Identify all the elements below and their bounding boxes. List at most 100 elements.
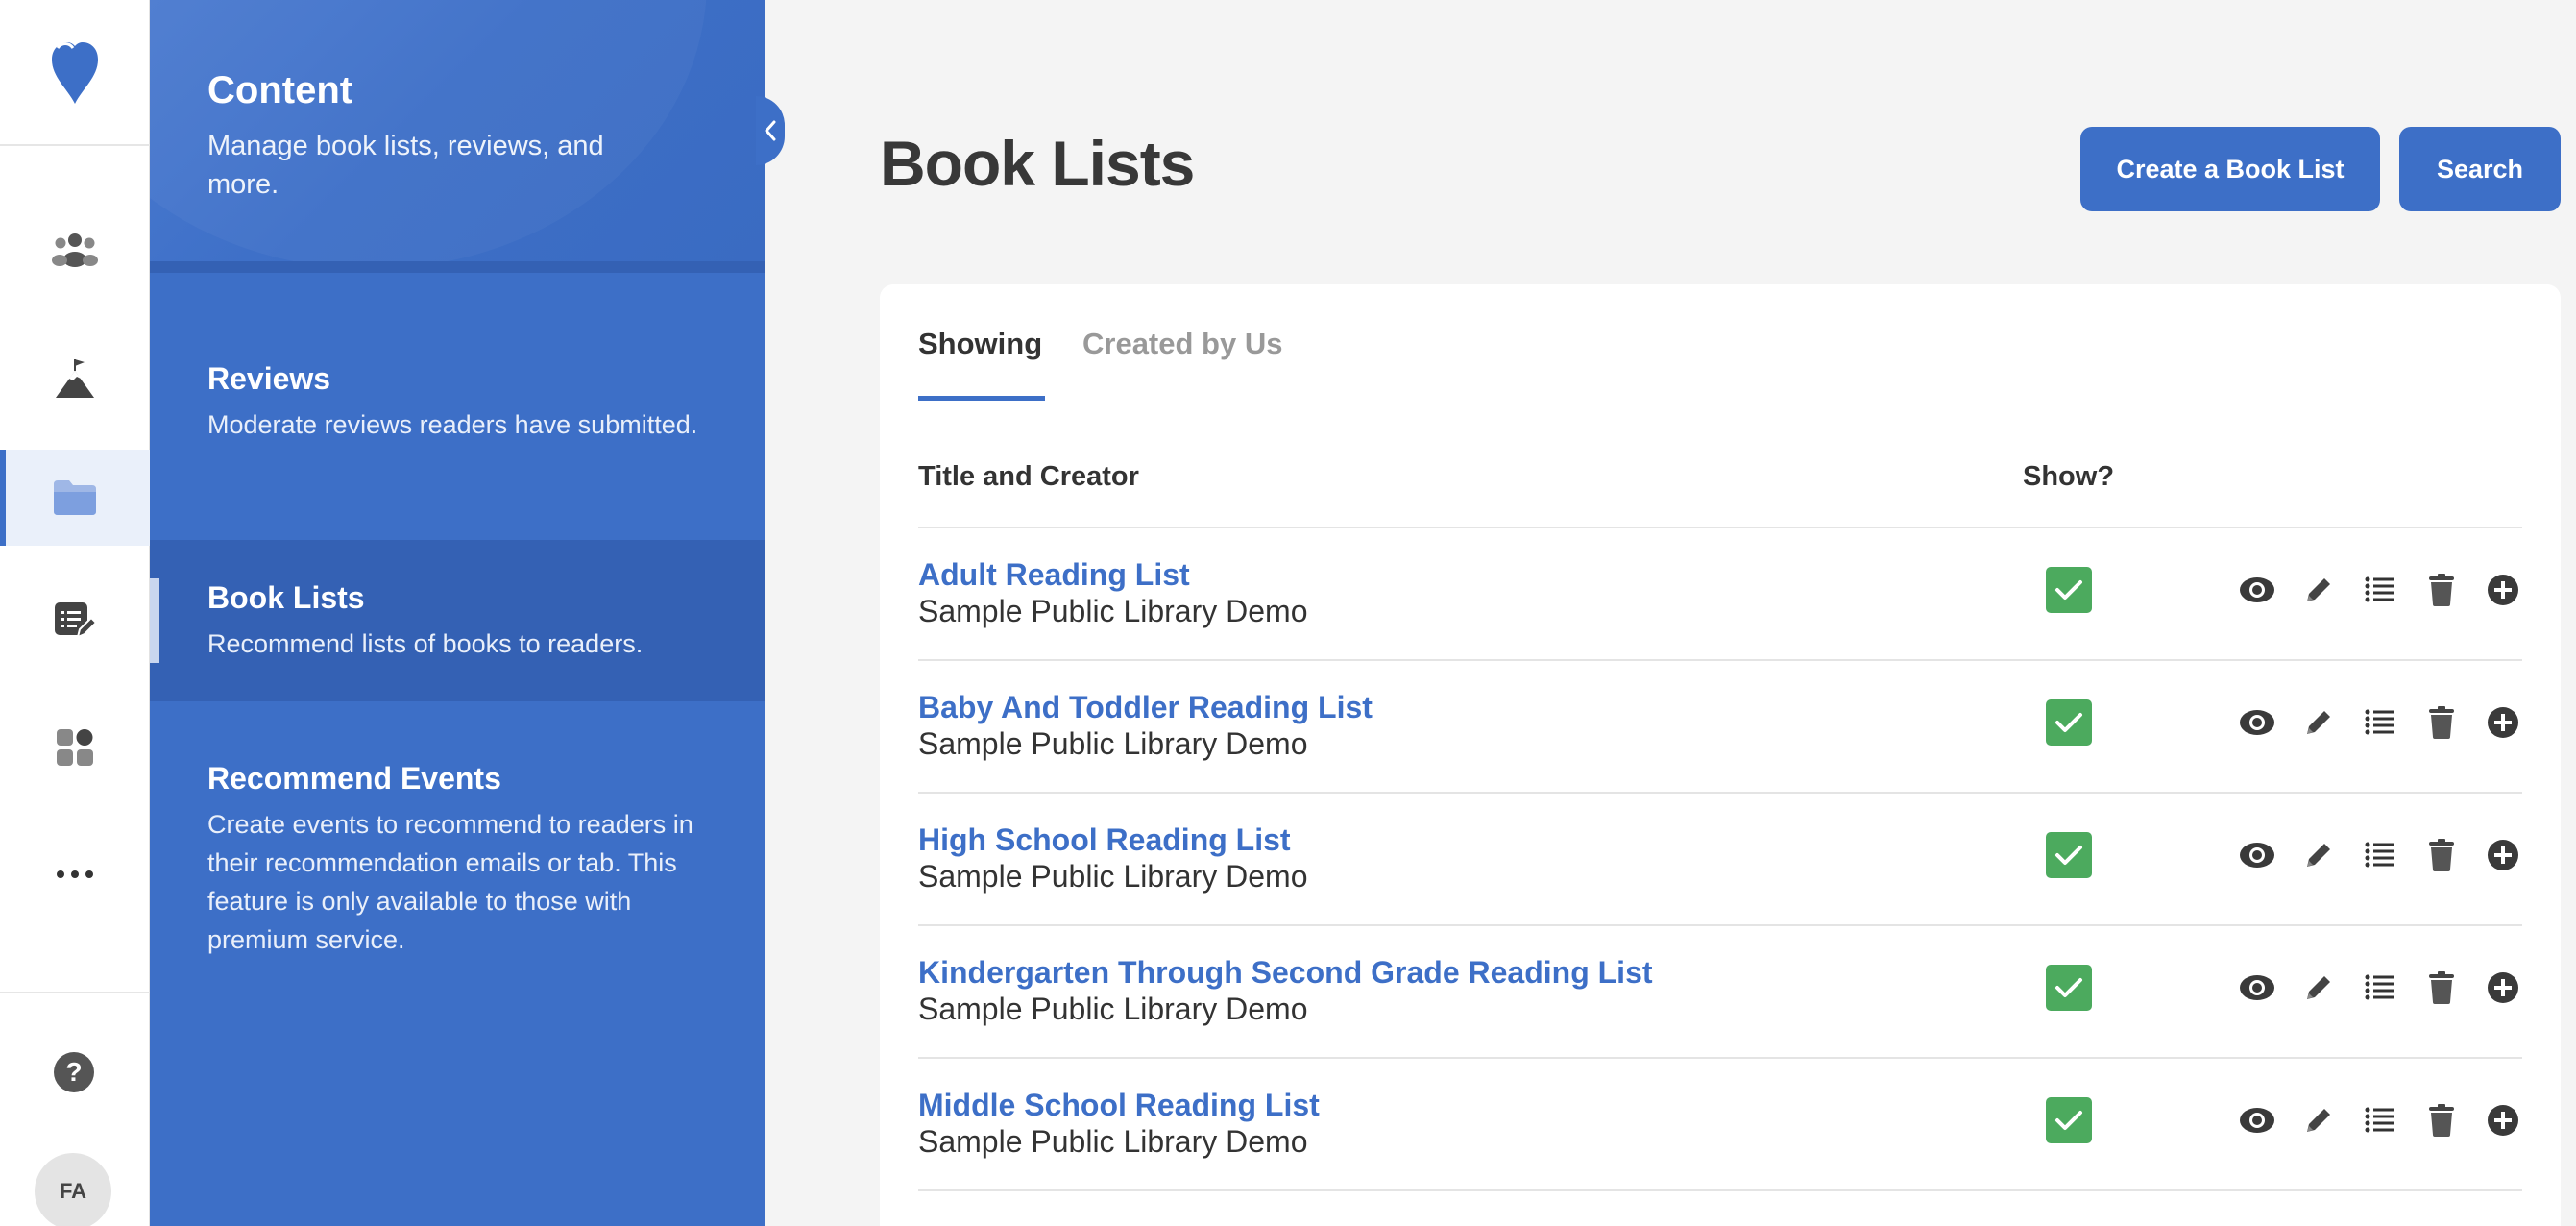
panel-item-description: Recommend lists of books to readers. (207, 629, 644, 658)
list-icon (2365, 576, 2394, 602)
edit-button[interactable] (2299, 969, 2338, 1007)
delete-icon (2429, 971, 2454, 1004)
book-list-title-link[interactable]: Kindergarten Through Second Grade Readin… (918, 955, 1653, 991)
table-row: Middle School Reading List Sample Public… (918, 1059, 2522, 1189)
nav-more[interactable] (0, 826, 150, 922)
add-button[interactable] (2484, 836, 2522, 874)
list-icon (2365, 709, 2394, 735)
heart-logo-icon (52, 42, 98, 104)
add-icon (2488, 840, 2518, 870)
mountain-flag-icon (56, 359, 94, 398)
nav-challenges[interactable] (0, 331, 150, 427)
tab-showing[interactable]: Showing (918, 327, 1042, 361)
nav-forms[interactable] (0, 573, 150, 669)
view-button[interactable] (2238, 836, 2276, 874)
panel-item-reviews[interactable]: Reviews Moderate reviews readers have su… (150, 284, 765, 540)
panel-title: Content (207, 69, 353, 111)
list-icon (2365, 842, 2394, 868)
view-button[interactable] (2238, 969, 2276, 1007)
book-list-title-link[interactable]: Adult Reading List (918, 557, 1190, 593)
view-button[interactable] (2238, 703, 2276, 742)
page-title: Book Lists (880, 128, 1195, 199)
checkmark-icon (2055, 846, 2082, 865)
book-list-creator: Sample Public Library Demo (918, 1124, 1308, 1159)
search-button[interactable]: Search (2399, 127, 2561, 211)
tab-created-by-us[interactable]: Created by Us (1082, 327, 1282, 361)
edit-button[interactable] (2299, 1101, 2338, 1140)
book-list-title-link[interactable]: Baby And Toddler Reading List (918, 690, 1373, 725)
panel-item-title: Recommend Events (207, 761, 501, 796)
manage-list-button[interactable] (2361, 836, 2399, 874)
add-button[interactable] (2484, 571, 2522, 609)
edit-button[interactable] (2299, 571, 2338, 609)
manage-list-button[interactable] (2361, 571, 2399, 609)
add-icon (2488, 972, 2518, 1003)
book-list-creator: Sample Public Library Demo (918, 992, 1308, 1026)
checkmark-icon (2055, 580, 2082, 600)
checkmark-icon (2055, 978, 2082, 997)
checkmark-icon (2055, 713, 2082, 732)
delete-button[interactable] (2422, 703, 2461, 742)
panel-item-description: Create events to recommend to readers in… (207, 810, 693, 954)
delete-button[interactable] (2422, 836, 2461, 874)
show-checkbox[interactable] (2046, 1097, 2092, 1143)
book-list-creator: Sample Public Library Demo (918, 726, 1308, 761)
nav-apps[interactable] (0, 699, 150, 796)
add-button[interactable] (2484, 969, 2522, 1007)
show-checkbox[interactable] (2046, 567, 2092, 613)
view-icon (2240, 577, 2274, 602)
view-button[interactable] (2238, 1101, 2276, 1140)
show-checkbox[interactable] (2046, 832, 2092, 878)
table-row: Baby And Toddler Reading List Sample Pub… (918, 661, 2522, 792)
delete-button[interactable] (2422, 571, 2461, 609)
active-tab-indicator (918, 396, 1045, 401)
book-list-title-link[interactable]: High School Reading List (918, 822, 1291, 858)
edit-icon (2307, 578, 2330, 601)
rail-divider (0, 992, 150, 993)
book-list-creator: Sample Public Library Demo (918, 594, 1308, 628)
delete-icon (2429, 706, 2454, 739)
apps-grid-icon (57, 729, 93, 766)
nav-content[interactable] (0, 450, 150, 546)
more-icon (57, 870, 93, 878)
add-icon (2488, 575, 2518, 605)
avatar[interactable]: FA (35, 1153, 111, 1226)
book-list-title-link[interactable]: Middle School Reading List (918, 1088, 1320, 1123)
column-header-title-creator: Title and Creator (918, 461, 1139, 492)
add-button[interactable] (2484, 703, 2522, 742)
edit-button[interactable] (2299, 703, 2338, 742)
edit-icon (2307, 711, 2330, 734)
nav-people[interactable] (0, 202, 150, 298)
show-checkbox[interactable] (2046, 965, 2092, 1011)
view-icon (2240, 975, 2274, 1000)
table-row: Adult Reading List Sample Public Library… (918, 528, 2522, 659)
table-row: Kindergarten Through Second Grade Readin… (918, 926, 2522, 1057)
delete-button[interactable] (2422, 969, 2461, 1007)
table-row: High School Reading List Sample Public L… (918, 794, 2522, 924)
panel-item-book-lists[interactable]: Book Lists Recommend lists of books to r… (150, 540, 765, 701)
panel-item-recommend-events[interactable]: Recommend Events Create events to recomm… (150, 701, 765, 990)
panel-item-title: Reviews (207, 361, 331, 396)
chevron-left-icon (765, 120, 776, 141)
checkmark-icon (2055, 1111, 2082, 1130)
people-icon (52, 233, 98, 267)
edit-button[interactable] (2299, 836, 2338, 874)
show-checkbox[interactable] (2046, 699, 2092, 746)
view-button[interactable] (2238, 571, 2276, 609)
collapse-panel-button[interactable] (756, 96, 785, 165)
logo[interactable] (0, 0, 150, 146)
edit-icon (2307, 1109, 2330, 1132)
column-header-show: Show? (2023, 461, 2115, 492)
list-icon (2365, 1107, 2394, 1133)
delete-button[interactable] (2422, 1101, 2461, 1140)
view-icon (2240, 710, 2274, 735)
manage-list-button[interactable] (2361, 703, 2399, 742)
folder-icon (54, 480, 96, 515)
manage-list-button[interactable] (2361, 969, 2399, 1007)
help-icon[interactable]: ? (54, 1052, 94, 1092)
book-list-creator: Sample Public Library Demo (918, 859, 1308, 894)
edit-icon (2307, 976, 2330, 999)
add-button[interactable] (2484, 1101, 2522, 1140)
manage-list-button[interactable] (2361, 1101, 2399, 1140)
create-book-list-button[interactable]: Create a Book List (2080, 127, 2380, 211)
